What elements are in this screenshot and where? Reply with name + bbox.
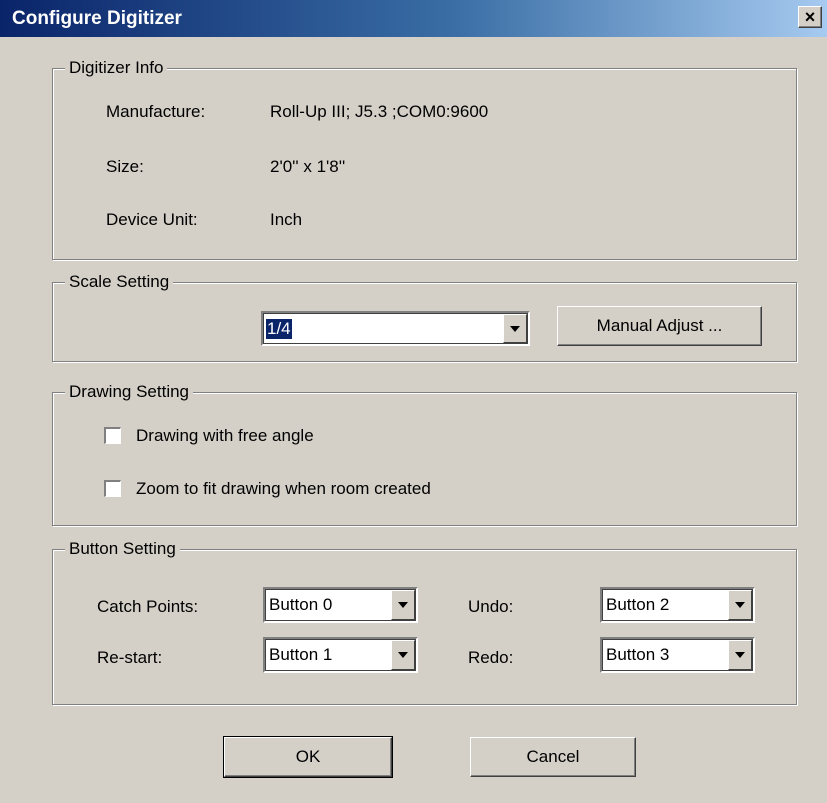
- free-angle-checkbox[interactable]: [104, 427, 121, 444]
- size-value: 2'0'' x 1'8'': [270, 157, 346, 176]
- undo-label: Undo:: [468, 597, 514, 616]
- undo-dropdown-arrow[interactable]: [728, 590, 752, 620]
- chevron-down-icon: [398, 602, 408, 608]
- cancel-button[interactable]: Cancel: [470, 737, 636, 777]
- close-icon: ×: [804, 7, 816, 27]
- drawing-setting-group: Drawing Setting: [52, 382, 797, 526]
- digitizer-info-group: Digitizer Info: [52, 58, 797, 260]
- button-setting-group: Button Setting: [52, 539, 797, 705]
- catch-points-value: Button 0: [269, 595, 333, 614]
- restart-dropdown[interactable]: Button 1: [263, 637, 418, 673]
- button-setting-legend: Button Setting: [65, 539, 180, 559]
- manufacture-value: Roll-Up III; J5.3 ;COM0:9600: [270, 102, 489, 121]
- manual-adjust-button[interactable]: Manual Adjust ...: [557, 306, 762, 346]
- scale-setting-legend: Scale Setting: [65, 272, 174, 292]
- manufacture-label: Manufacture:: [106, 102, 206, 121]
- redo-label: Redo:: [468, 648, 514, 667]
- catch-points-label: Catch Points:: [97, 597, 199, 616]
- window-title: Configure Digitizer: [12, 8, 182, 29]
- restart-dropdown-arrow[interactable]: [391, 640, 415, 670]
- undo-dropdown[interactable]: Button 2: [600, 587, 755, 623]
- catch-points-dropdown[interactable]: Button 0: [263, 587, 418, 623]
- undo-value: Button 2: [606, 595, 670, 614]
- chevron-down-icon: [735, 602, 745, 608]
- chevron-down-icon: [398, 652, 408, 658]
- restart-label: Re-start:: [97, 648, 163, 667]
- digitizer-info-legend: Digitizer Info: [65, 58, 168, 78]
- chevron-down-icon: [510, 325, 520, 332]
- device-unit-value: Inch: [270, 210, 303, 229]
- drawing-setting-legend: Drawing Setting: [65, 382, 194, 402]
- chevron-down-icon: [735, 652, 745, 658]
- zoom-to-fit-label[interactable]: Zoom to fit drawing when room created: [136, 479, 431, 499]
- catch-points-dropdown-arrow[interactable]: [391, 590, 415, 620]
- restart-value: Button 1: [269, 645, 333, 664]
- scale-dropdown-value: 1/4: [266, 318, 292, 339]
- ok-button[interactable]: OK: [223, 736, 393, 778]
- redo-value: Button 3: [606, 645, 670, 664]
- scale-dropdown[interactable]: 1/4: [261, 311, 530, 346]
- zoom-to-fit-checkbox[interactable]: [104, 480, 121, 497]
- free-angle-label[interactable]: Drawing with free angle: [136, 426, 314, 446]
- device-unit-label: Device Unit:: [106, 210, 198, 229]
- title-bar[interactable]: Configure Digitizer ×: [0, 0, 827, 37]
- scale-dropdown-arrow[interactable]: [503, 314, 527, 343]
- configure-digitizer-dialog: Configure Digitizer × Digitizer Info Man…: [0, 0, 827, 803]
- redo-dropdown[interactable]: Button 3: [600, 637, 755, 673]
- size-label: Size:: [106, 157, 144, 176]
- close-button[interactable]: ×: [798, 6, 822, 28]
- redo-dropdown-arrow[interactable]: [728, 640, 752, 670]
